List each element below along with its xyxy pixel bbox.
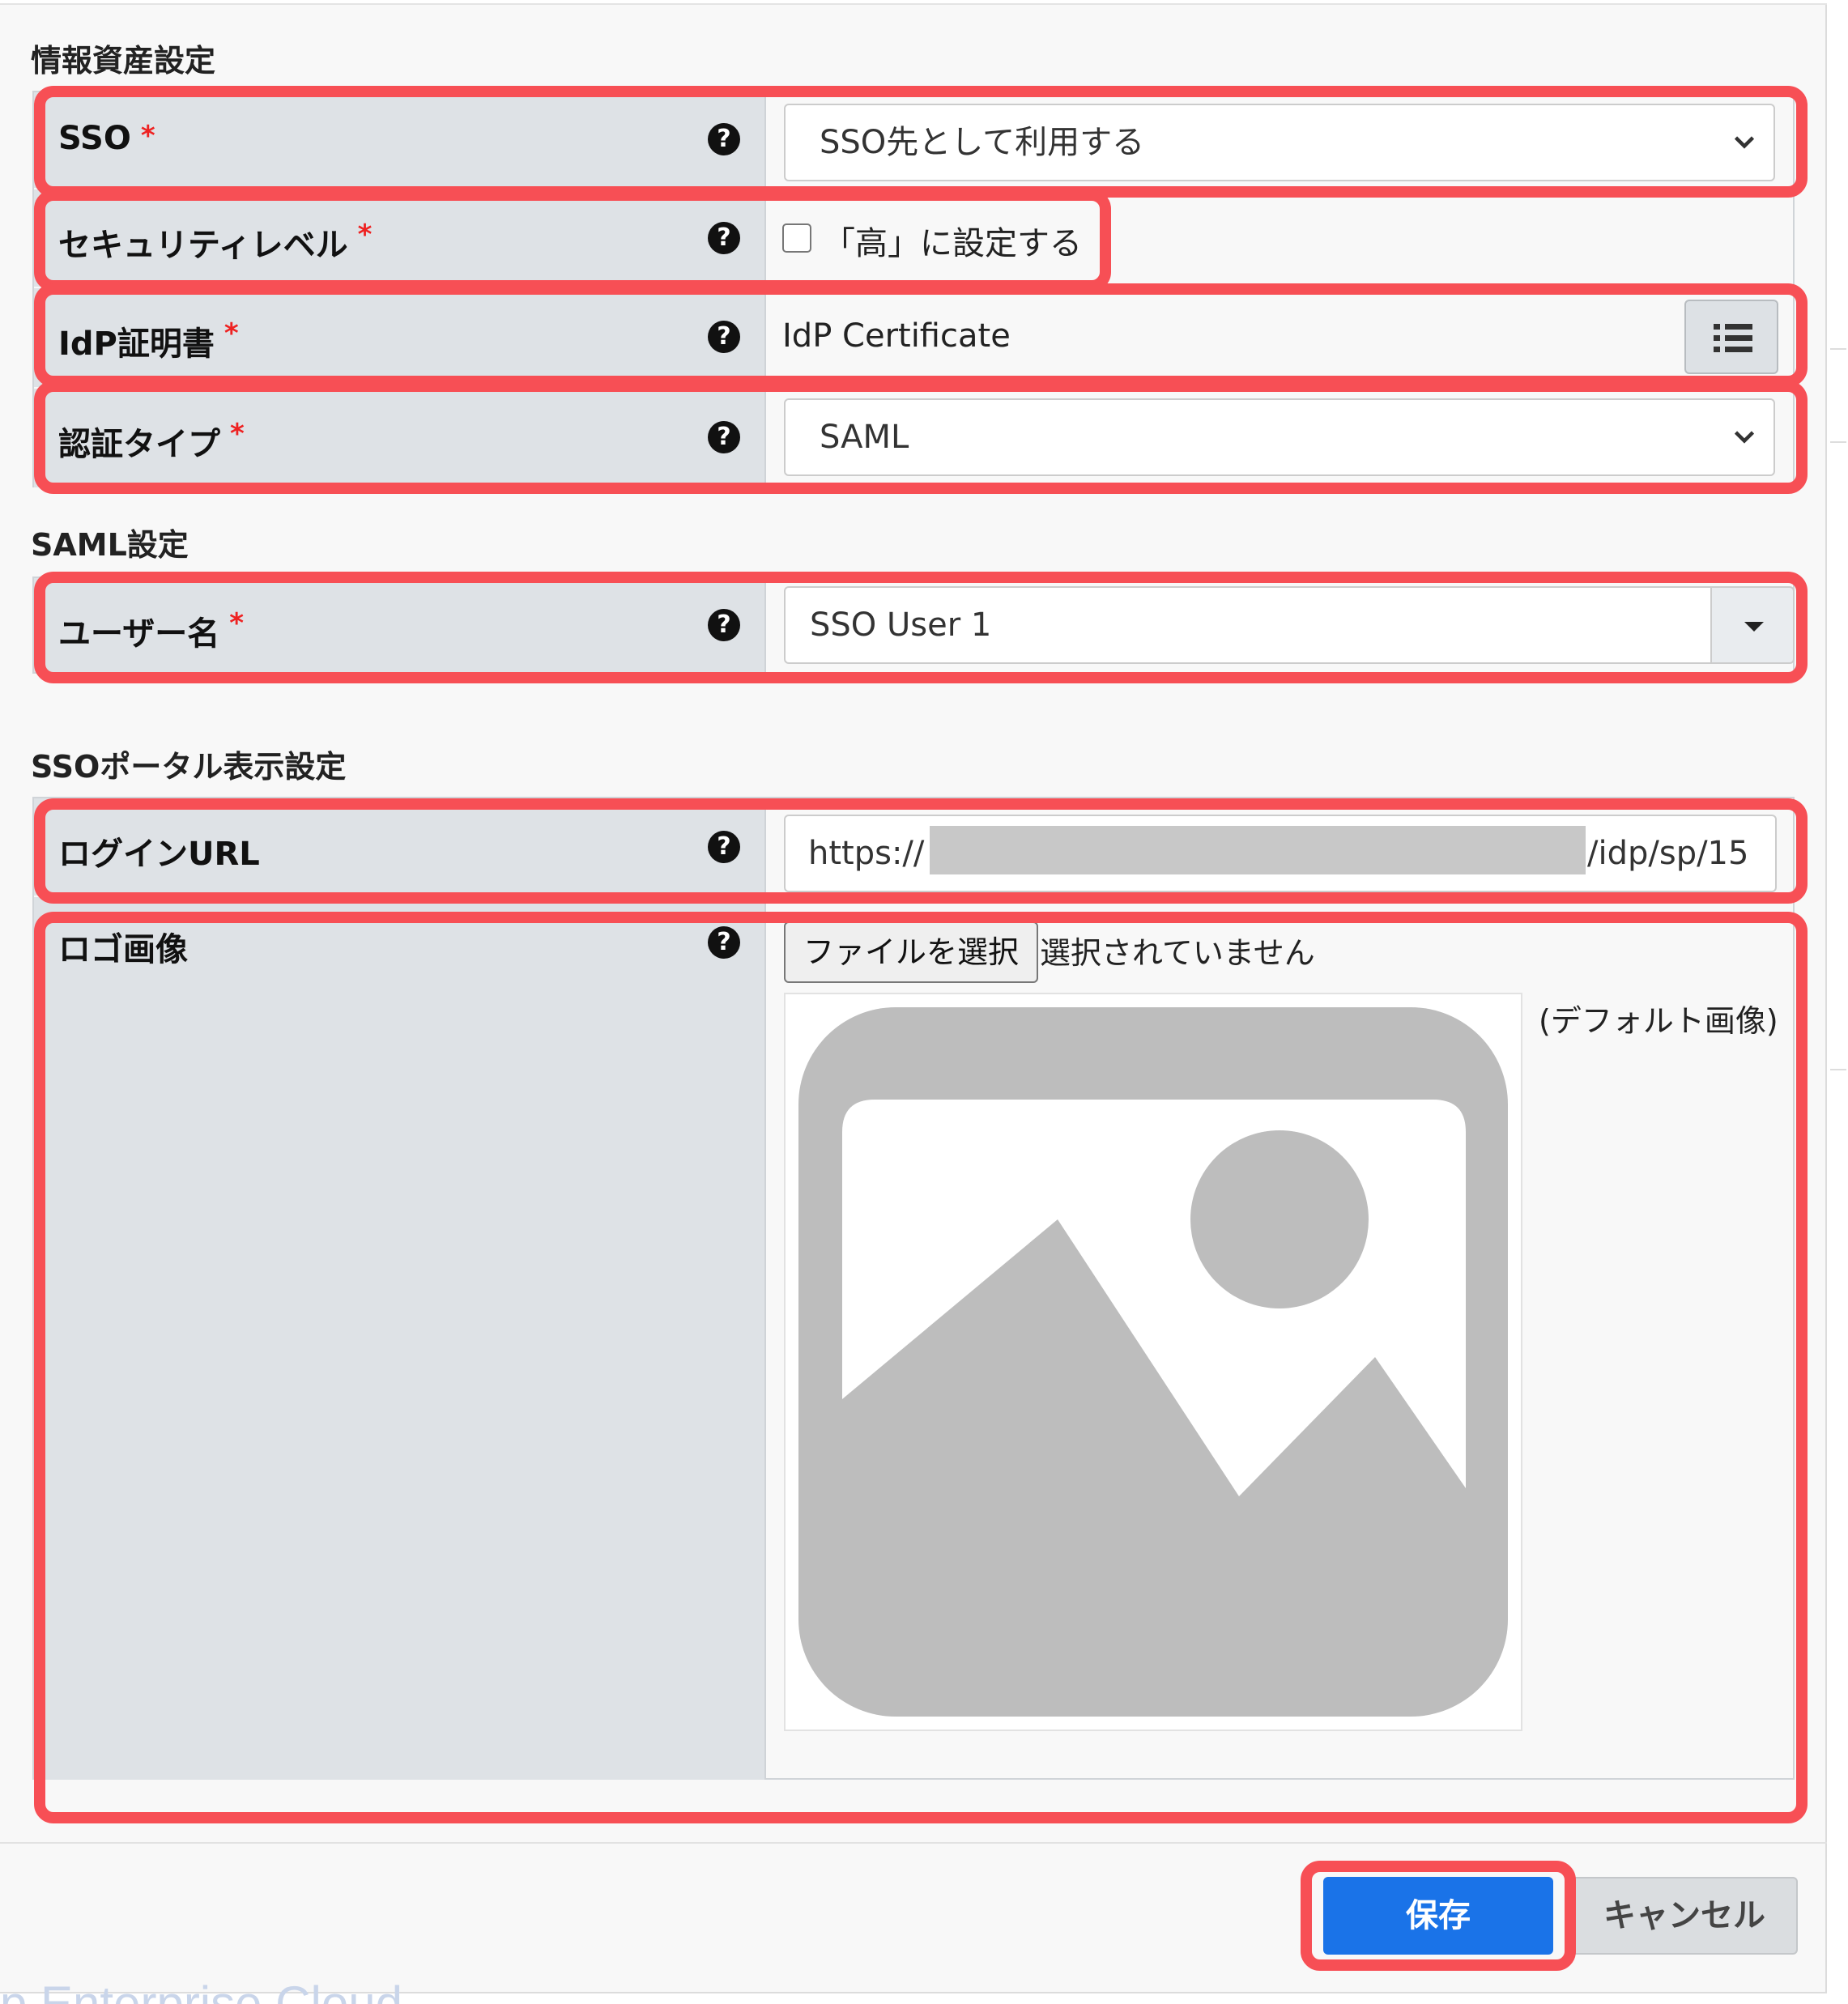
highlight-frame-auth (34, 381, 1808, 494)
highlight-frame-sso (34, 86, 1808, 198)
dialog-top-edge (0, 0, 1827, 5)
section-title-asset: 情報資産設定 (31, 43, 216, 79)
highlight-frame-idp (34, 283, 1808, 387)
highlight-frame-security (34, 189, 1111, 291)
highlight-frame-save (1301, 1861, 1576, 1971)
background-edge-mark (1830, 1069, 1846, 1070)
background-brand-text: p Enterprise Cloud (0, 1976, 402, 2004)
cancel-button[interactable]: キャンセル (1571, 1877, 1798, 1955)
highlight-frame-login-url (34, 798, 1808, 904)
section-title-portal: SSOポータル表示設定 (31, 749, 347, 785)
section-title-saml: SAML設定 (31, 527, 189, 563)
highlight-frame-logo (34, 912, 1808, 1823)
footer-divider (0, 1842, 1827, 1844)
highlight-frame-username (34, 572, 1808, 683)
background-edge-mark (1830, 441, 1846, 443)
background-edge-mark (1830, 348, 1846, 350)
